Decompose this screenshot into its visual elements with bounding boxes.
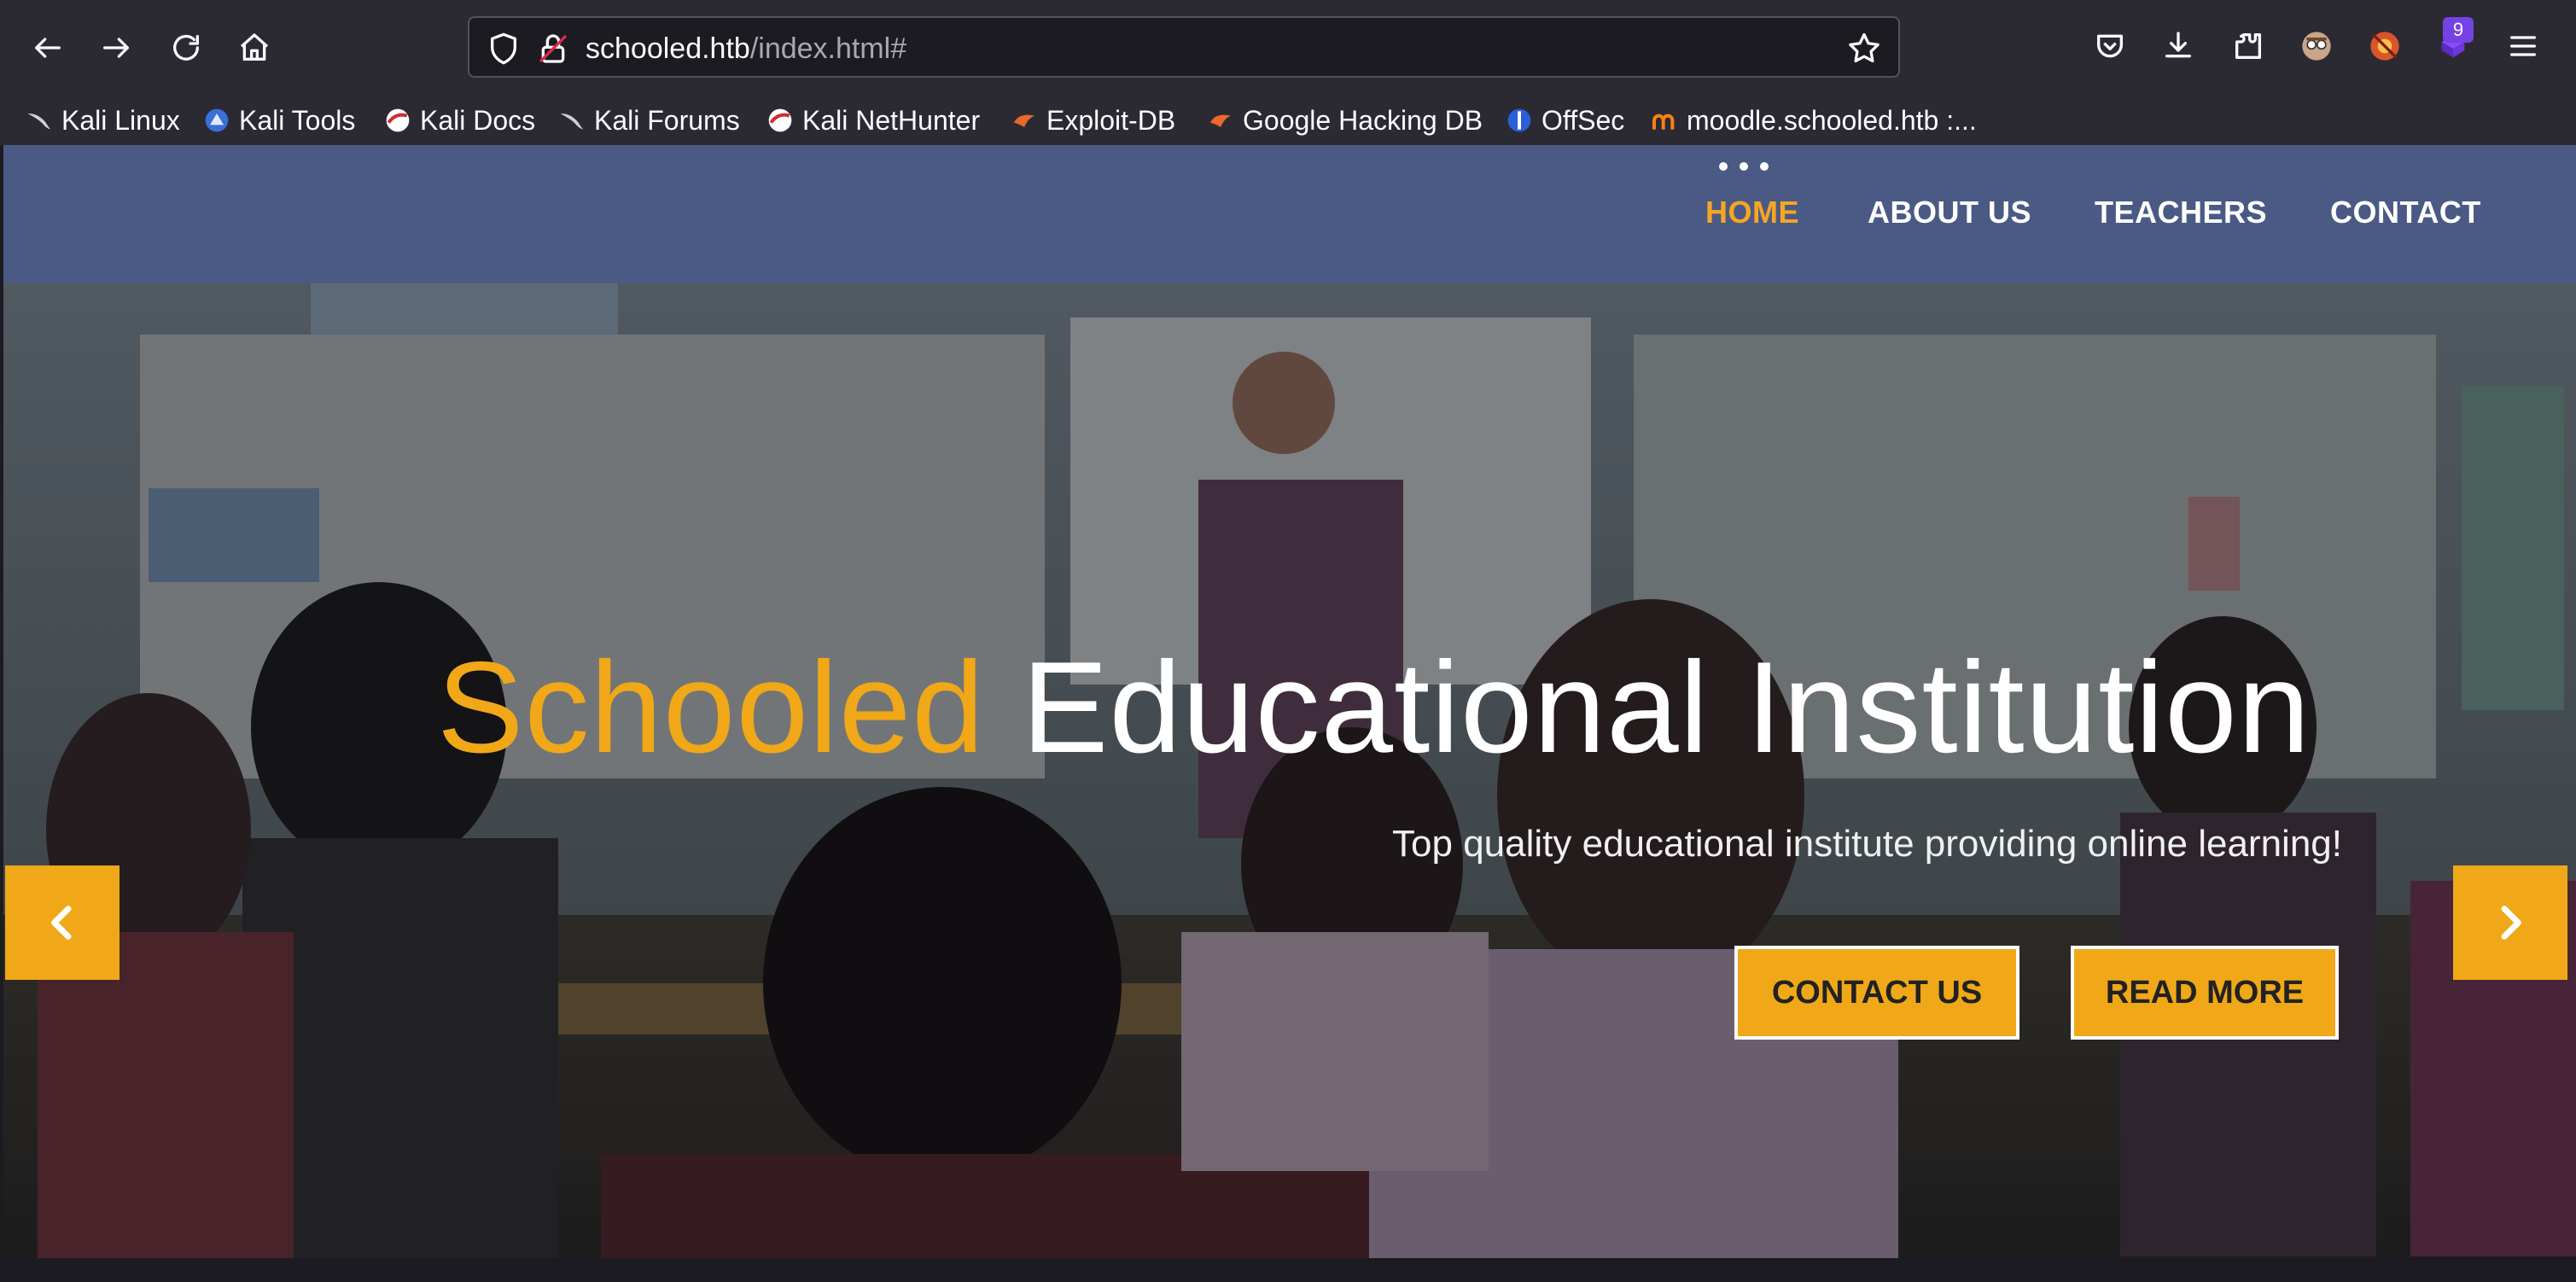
chevron-left-icon: [51, 906, 72, 940]
bookmark-label: Google Hacking DB: [1243, 104, 1483, 136]
menu-button[interactable]: [2503, 26, 2544, 67]
extension-icon: [2370, 32, 2399, 61]
kali-tools-icon: [205, 108, 229, 132]
pocket-button[interactable]: [2089, 26, 2130, 67]
exploit-db-icon: [1210, 114, 1231, 127]
bookmark-kali-forums[interactable]: Kali Forums: [558, 101, 740, 140]
chevron-right-icon: [2501, 906, 2521, 940]
lock-icon[interactable]: [536, 32, 570, 66]
contact-us-button[interactable]: CONTACT US: [1734, 946, 2019, 1040]
forward-arrow-icon: [103, 38, 129, 58]
nav-about-us[interactable]: ABOUT US: [1868, 195, 2031, 230]
nav-teachers[interactable]: TEACHERS: [2095, 195, 2267, 230]
extensions-icon: [2235, 33, 2261, 60]
hero-title-rest: Educational Institution: [1022, 635, 2311, 780]
bookmark-label: Kali Tools: [239, 104, 356, 136]
window-bottom-edge: [0, 1258, 2576, 1282]
bookmark-label: Kali Linux: [61, 104, 180, 136]
shield-icon[interactable]: [487, 32, 521, 66]
bookmark-kali-linux[interactable]: Kali Linux: [26, 101, 180, 140]
web-page: HOME ABOUT US TEACHERS CONTACT Schooled …: [3, 145, 2576, 1258]
kali-dragon-icon: [27, 114, 51, 130]
hero-title-accent: Schooled: [437, 635, 985, 780]
kali-docs-icon: [386, 108, 410, 132]
slider-next-button[interactable]: [2453, 865, 2567, 980]
extension-button[interactable]: [2364, 26, 2405, 67]
url-bar[interactable]: schooled.htb/index.html#: [468, 16, 1900, 78]
bookmark-label: Kali Forums: [594, 104, 740, 136]
star-icon[interactable]: [1845, 30, 1883, 67]
browser-toolbar: schooled.htb/index.html# 9: [0, 0, 2576, 96]
profile-button[interactable]: [2296, 26, 2337, 67]
extension-badge: 9: [2443, 17, 2474, 43]
bookmark-label: Exploit-DB: [1046, 104, 1176, 136]
bookmark-offsec[interactable]: OffSec: [1506, 101, 1624, 140]
url-text[interactable]: schooled.htb/index.html#: [586, 32, 906, 66]
kali-nethunter-icon: [768, 108, 792, 132]
url-path: /index.html#: [749, 32, 907, 65]
reload-icon: [173, 34, 199, 61]
bookmark-label: Kali Docs: [420, 104, 536, 136]
bookmarks-bar: Kali Linux Kali Tools Kali Docs Kali For…: [0, 96, 2576, 145]
nav-dots: [1719, 162, 1769, 171]
home-button[interactable]: [227, 20, 282, 75]
url-host: schooled.htb: [586, 32, 750, 65]
hero-subtitle: Top quality educational institute provid…: [1392, 823, 2342, 865]
nav-contact[interactable]: CONTACT: [2330, 195, 2481, 230]
bookmark-label: OffSec: [1542, 104, 1625, 136]
hero-slider: Schooled Educational Institution Top qua…: [3, 283, 2576, 1258]
menu-icon: [2510, 36, 2536, 56]
bookmark-kali-tools[interactable]: Kali Tools: [203, 101, 355, 140]
site-header: HOME ABOUT US TEACHERS CONTACT: [3, 145, 2576, 283]
bookmark-exploit-db[interactable]: Exploit-DB: [1011, 101, 1175, 140]
reload-button[interactable]: [159, 20, 213, 75]
back-arrow-icon: [35, 38, 61, 58]
bookmark-label: moodle.schooled.htb :...: [1687, 104, 1977, 136]
moodle-icon: [1652, 114, 1675, 130]
pocket-icon: [2097, 34, 2123, 58]
bookmark-moodle[interactable]: moodle.schooled.htb :...: [1651, 101, 1977, 140]
hero-title: Schooled Educational Institution: [437, 633, 2311, 783]
back-button[interactable]: [20, 20, 75, 75]
download-icon: [2165, 32, 2191, 58]
exploit-db-icon: [1014, 114, 1034, 127]
nav-home[interactable]: HOME: [1705, 195, 1799, 230]
kali-dragon-icon: [560, 114, 584, 130]
slider-prev-button[interactable]: [5, 865, 119, 980]
forward-button[interactable]: [89, 20, 143, 75]
bookmark-google-hacking-db[interactable]: Google Hacking DB: [1207, 101, 1483, 140]
offsec-icon: [1507, 108, 1531, 132]
extensions-button[interactable]: [2228, 26, 2269, 67]
bookmark-kali-docs[interactable]: Kali Docs: [384, 101, 535, 140]
bookmark-label: Kali NetHunter: [802, 104, 981, 136]
downloads-button[interactable]: [2158, 26, 2199, 67]
read-more-button[interactable]: READ MORE: [2071, 946, 2339, 1040]
profile-icon: [2302, 32, 2331, 61]
home-icon: [240, 33, 269, 61]
bookmark-kali-nethunter[interactable]: Kali NetHunter: [766, 101, 980, 140]
